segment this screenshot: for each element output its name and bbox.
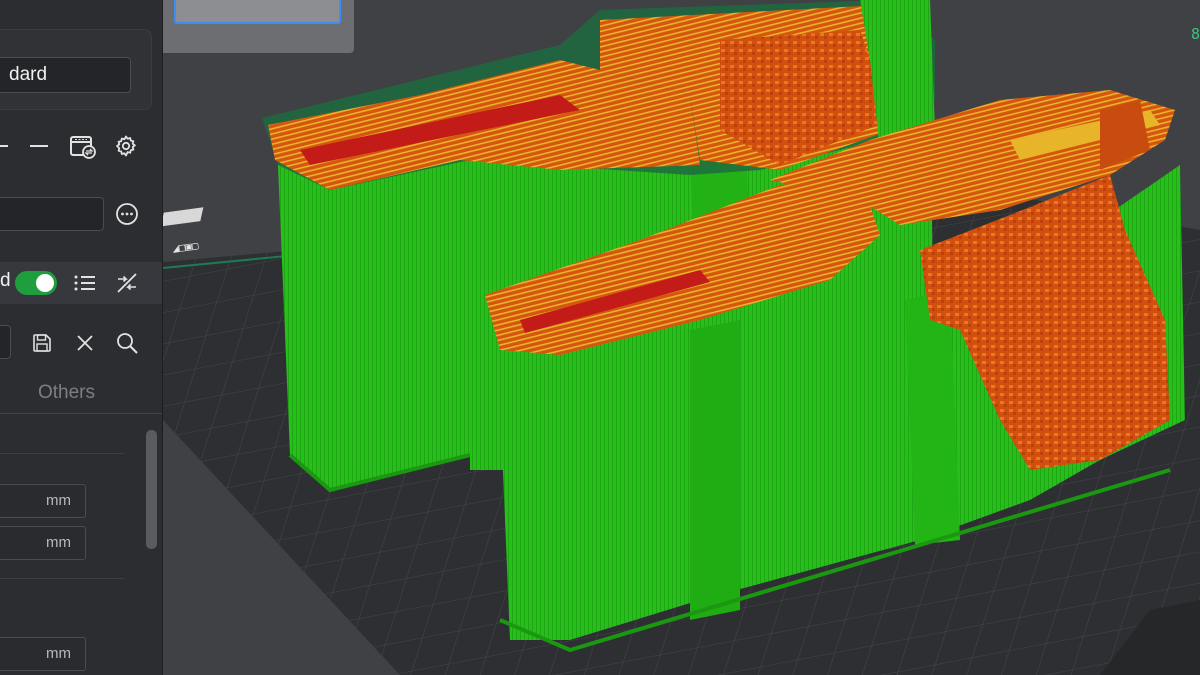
setting-field-3[interactable]: mm [0,637,86,671]
more-options-icon[interactable] [114,201,140,227]
close-icon[interactable] [74,332,96,354]
settings-panel: dard d Others mm mm mm [0,0,163,675]
unit-label: mm [46,534,71,551]
unit-label: mm [46,492,71,509]
section-divider [0,578,124,579]
list-icon[interactable] [72,271,98,295]
filament-select[interactable] [0,197,104,231]
plate-settings-icon[interactable] [68,132,98,162]
setting-field-2[interactable]: mm [0,526,86,560]
minus-icon[interactable] [0,145,8,147]
minus-icon[interactable] [30,145,48,147]
advanced-mode-row: d [0,262,162,304]
tab-others[interactable]: Others [0,382,133,404]
advanced-mode-label: d [0,270,11,291]
process-preset-select[interactable]: dard [0,57,131,93]
tab-divider [0,413,162,414]
save-icon[interactable] [31,332,53,354]
svg-text:◢□▣▢: ◢□▣▢ [171,239,199,256]
setting-field-1[interactable]: mm [0,484,86,518]
panel-scrollbar[interactable] [146,430,157,549]
plate-thumbnail-panel [163,0,354,53]
build-plate-scene[interactable]: ◢□▣▢ [163,0,1200,675]
gear-icon[interactable] [112,132,140,160]
plate-label [163,207,204,227]
settings-search-input[interactable] [0,325,11,359]
advanced-mode-toggle[interactable] [15,271,57,295]
3d-viewport[interactable]: ◢□▣▢ 8 [163,0,1200,675]
viewport-edge-text: 8 [1190,25,1200,43]
search-icon[interactable] [114,330,140,356]
compare-icon[interactable] [114,270,140,296]
section-divider [0,453,124,454]
toggle-knob [36,274,54,292]
unit-label: mm [46,645,71,662]
plate-thumbnail-selected[interactable] [174,0,341,24]
